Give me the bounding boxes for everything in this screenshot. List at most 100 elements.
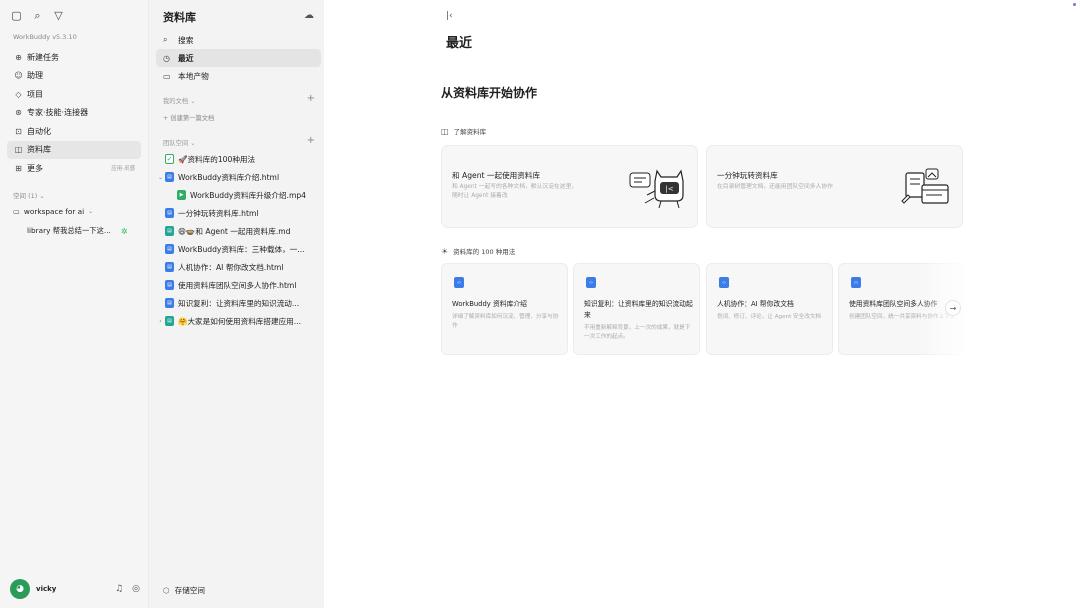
tree-item[interactable]: ▤ 人机协作：AI 帮你改文档.html	[156, 258, 321, 276]
storage-button[interactable]: ⬡ 存储空间	[163, 585, 205, 596]
app-version: WorkBuddy v5.3.10	[13, 33, 77, 41]
html-file-icon: ‹›	[586, 277, 596, 288]
chevron-down-icon: ⌄	[190, 140, 196, 147]
card-knowledge-compound[interactable]: ‹› 知识复利：让资料库里的知识流动起来 不用重新解释背景，上一次的成果，就是下…	[573, 263, 700, 355]
cube-icon: ⬡	[163, 586, 170, 595]
panel-nav: ⌕ 搜索 ◷ 最近 ▭ 本地产物	[156, 31, 321, 85]
user-row: ◕ vicky ♫ ◎	[10, 579, 140, 599]
html-file-icon: ▤	[165, 244, 174, 254]
more-hint: 应用·灵感	[111, 166, 135, 173]
sidebar-item-projects[interactable]: ◇ 项目	[7, 85, 141, 104]
sidebar-item-label: 更多	[27, 163, 43, 173]
tree-item[interactable]: ▤ 一分钟玩转资料库.html	[156, 204, 321, 222]
tree-item[interactable]: ▤ 知识复利：让资料库里的知识流动...	[156, 294, 321, 312]
tree-item[interactable]: ▤ 使用资料库团队空间多人协作.html	[156, 276, 321, 294]
card-library-intro[interactable]: ‹› WorkBuddy 资料库介绍 详细了解资料库如何沉淀、管理、分享与协作	[441, 263, 568, 355]
card-title: 知识复利：让资料库里的知识流动起来	[584, 300, 693, 319]
tree-item[interactable]: ▤ WorkBuddy资料库：三种载体，一...	[156, 240, 321, 258]
sidebar-toggle-icon[interactable]: ▢	[10, 9, 23, 22]
filter-icon[interactable]: ▽	[52, 9, 65, 22]
collapse-panel-icon[interactable]: |‹	[446, 11, 453, 21]
library-task-label: library 帮我总结一下这...	[27, 226, 111, 235]
panel-item-search[interactable]: ⌕ 搜索	[156, 31, 321, 49]
add-team-item-icon[interactable]: +	[307, 135, 315, 146]
sidebar-item-automation[interactable]: ⊡ 自动化	[7, 122, 141, 141]
html-file-icon: ▤	[165, 262, 174, 272]
panel-title: 资料库	[163, 11, 196, 24]
cloud-settings-icon[interactable]: ☁	[304, 10, 314, 21]
tree-item-label: 一分钟玩转资料库.html	[178, 208, 259, 218]
tree-item[interactable]: ✓ 🚀资料库的100种用法	[156, 150, 321, 168]
tree-item[interactable]: ⌄ ▤ WorkBuddy资料库介绍.html	[156, 168, 321, 186]
sidebar-item-more[interactable]: ⊞ 更多 应用·灵感	[7, 159, 141, 178]
team-space-section[interactable]: 团队空间 ⌄	[163, 138, 195, 147]
page-title: 最近	[446, 36, 473, 51]
card-title: WorkBuddy 资料库介绍	[452, 300, 527, 308]
main-content: |‹ 最近 从资料库开始协作 ◫ 了解资料库 和 Agent 一起使用资料库 和…	[324, 0, 1080, 608]
sidebar-item-library[interactable]: ◫ 资料库	[7, 140, 141, 159]
tree-item[interactable]: ▶ WorkBuddy资料库升级介绍.mp4	[156, 186, 321, 204]
loading-spinner-icon: ✲	[120, 226, 128, 236]
sidebar-item-label: 专家·技能·连接器	[27, 108, 89, 118]
carousel-next-button[interactable]: →	[945, 300, 961, 316]
chevron-down-icon: ⌄	[190, 98, 196, 105]
chevron-down-icon: ⌄	[88, 208, 94, 215]
library-task-item[interactable]: library 帮我总结一下这... ✲	[27, 226, 128, 236]
tree-item-label: 🚀资料库的100种用法	[178, 154, 256, 164]
svg-text:|<: |<	[665, 185, 673, 193]
sidebar-item-label: 助理	[27, 71, 43, 81]
tree-item-label: WorkBuddy资料库升级介绍.mp4	[190, 190, 307, 200]
search-icon[interactable]: ⌕	[31, 9, 44, 22]
workspace-label: workspace for ai	[23, 207, 85, 216]
sidebar-item-label: 新建任务	[27, 52, 59, 62]
chevron-down-icon[interactable]: ⌄	[156, 174, 165, 181]
storage-label: 存储空间	[174, 586, 206, 595]
grid-icon: ⊞	[15, 163, 22, 173]
create-first-doc-link[interactable]: + 创建第一篇文档	[163, 113, 214, 122]
space-section-label[interactable]: 空间 (1) ⌄	[13, 190, 45, 200]
html-file-icon: ▤	[165, 172, 174, 182]
section-100-uses: ☀ 资料库的 100 种用法	[441, 246, 515, 257]
project-icon: ◇	[15, 89, 22, 99]
section-title: 了解资料库	[453, 128, 487, 136]
html-file-icon: ▤	[165, 280, 174, 290]
card-agent-library[interactable]: 和 Agent 一起使用资料库 和 Agent 一起写的各种文档，默认沉淀在这里…	[441, 145, 698, 228]
sidebar-item-new-task[interactable]: ⊕ 新建任务	[7, 48, 141, 67]
file-tree: ✓ 🚀资料库的100种用法 ⌄ ▤ WorkBuddy资料库介绍.html ▶ …	[156, 150, 321, 330]
bell-icon[interactable]: ♫	[115, 584, 123, 594]
avatar[interactable]: ◕	[10, 579, 30, 599]
panel-item-label: 最近	[178, 53, 194, 63]
folder-file-icon: ▤	[165, 316, 174, 326]
sidebar-item-assistant[interactable]: ☺ 助理	[7, 67, 141, 86]
plus-circle-icon: ⊕	[15, 52, 22, 62]
card-title: 和 Agent 一起使用资料库	[452, 171, 541, 180]
panel-item-recent[interactable]: ◷ 最近	[156, 49, 321, 67]
compass-icon[interactable]: ◎	[132, 584, 140, 594]
card-description: 和 Agent 一起写的各种文档，默认沉淀在这里，随时让 Agent 接着改	[452, 184, 578, 199]
documents-illustration-icon	[901, 168, 949, 204]
panel-item-label: 本地产物	[178, 71, 209, 81]
arrow-right-icon: →	[949, 303, 957, 313]
tree-item[interactable]: › ▤ 🤗大家是如何使用资料库搭建应用...	[156, 312, 321, 330]
card-ai-edit-docs[interactable]: ‹› 人机协作：AI 帮你改文档 划词、修订、评论，让 Agent 安全改文档	[706, 263, 833, 355]
card-description: 划词、修订、评论，让 Agent 安全改文档	[717, 314, 822, 320]
workspace-item[interactable]: ▭ workspace for ai ⌄	[13, 207, 93, 216]
tree-item-label: WorkBuddy资料库介绍.html	[178, 172, 280, 182]
clock-icon: ◷	[163, 53, 170, 63]
html-file-icon: ▤	[165, 298, 174, 308]
sidebar-item-label: 项目	[27, 89, 43, 99]
robot-illustration-icon: |<	[629, 169, 684, 209]
card-one-minute-library[interactable]: 一分钟玩转资料库 在目录树管理文档，还能用团队空间多人协作	[706, 145, 963, 228]
chevron-right-icon[interactable]: ›	[156, 318, 165, 325]
add-doc-icon[interactable]: +	[307, 93, 315, 104]
my-docs-section[interactable]: 我的文档 ⌄	[163, 96, 195, 105]
html-file-icon: ▤	[165, 208, 174, 218]
panel-item-label: 搜索	[178, 35, 194, 45]
card-title: 一分钟玩转资料库	[717, 171, 778, 180]
panel-item-local-output[interactable]: ▭ 本地产物	[156, 67, 321, 85]
sidebar-item-experts[interactable]: ⊛ 专家·技能·连接器	[7, 104, 141, 123]
tree-item[interactable]: ▤ 😄🍲和 Agent 一起用资料库.md	[156, 222, 321, 240]
folder-icon: ▭	[13, 207, 20, 216]
checkbox-icon: ✓	[165, 154, 174, 164]
card-description: 在目录树管理文档，还能用团队空间多人协作	[717, 184, 833, 190]
